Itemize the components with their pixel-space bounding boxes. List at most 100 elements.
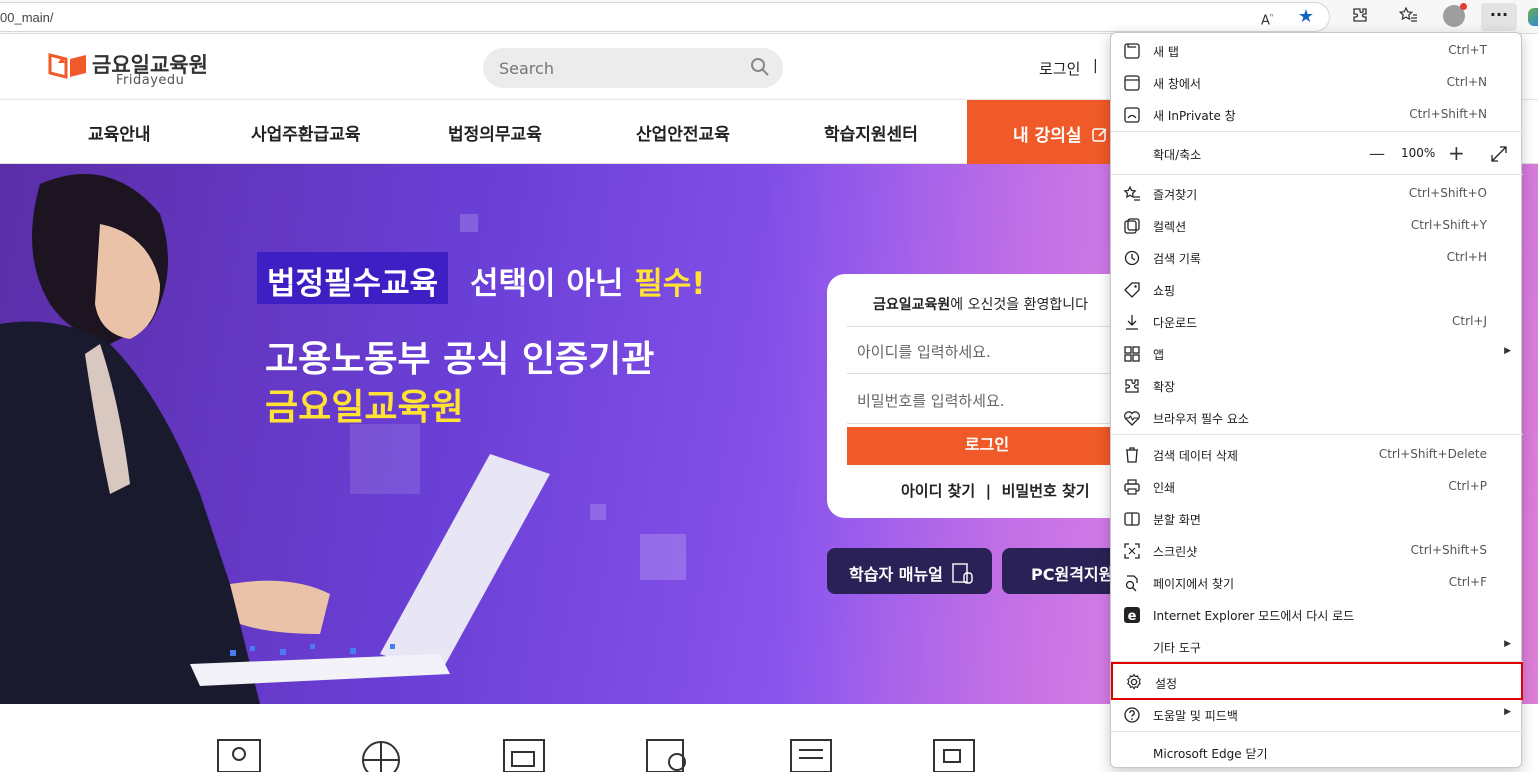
- menu-item-split-screen[interactable]: 분할 화면: [1111, 503, 1523, 533]
- menu-item-extensions[interactable]: 확장: [1111, 370, 1523, 400]
- nav-item-learning-support[interactable]: 학습지원센터: [824, 120, 918, 145]
- menu-item-close-edge[interactable]: Microsoft Edge 닫기: [1111, 737, 1523, 767]
- shopping-tag-icon: [1124, 282, 1140, 298]
- new-tab-icon: [1124, 43, 1140, 59]
- logo-subtitle: Fridayedu: [116, 73, 185, 88]
- manual-doc-icon: [952, 563, 974, 584]
- lightbulb-screen-icon[interactable]: [215, 738, 265, 772]
- nav-item-industrial-safety[interactable]: 산업안전교육: [636, 120, 730, 145]
- menu-shortcut: Ctrl+J: [1452, 314, 1487, 328]
- address-bar[interactable]: 00_main/: [0, 2, 1330, 32]
- menu-label: 컬렉션: [1153, 220, 1187, 234]
- menu-shortcut: Ctrl+Shift+N: [1409, 107, 1487, 121]
- ie-mode-icon: e: [1124, 607, 1140, 624]
- menu-label: 새 InPrivate 창: [1153, 109, 1236, 123]
- my-classroom-label: 내 강의실: [1013, 126, 1082, 146]
- learner-manual-button[interactable]: 학습자 매뉴얼: [827, 548, 992, 594]
- search-input[interactable]: [499, 57, 739, 79]
- copilot-icon[interactable]: [1528, 8, 1538, 26]
- edit-icon: [1092, 128, 1108, 142]
- new-window-icon: [1124, 75, 1140, 91]
- hero-tag-rest: 선택이 아닌: [470, 266, 624, 302]
- menu-item-inprivate[interactable]: 새 InPrivate 창 Ctrl+Shift+N: [1111, 99, 1523, 129]
- menu-shortcut: Ctrl+N: [1446, 75, 1487, 89]
- header-separator: |: [1093, 58, 1098, 74]
- star-filled-icon[interactable]: ★: [1295, 6, 1317, 28]
- find-account-links[interactable]: 아이디 찾기 | 비밀번호 찾기: [901, 480, 1090, 501]
- password-field[interactable]: 비밀번호를 입력하세요.: [847, 376, 1127, 424]
- nav-item-education-info[interactable]: 교육안내: [88, 120, 151, 145]
- site-search[interactable]: [483, 48, 783, 88]
- menu-item-browser-essentials[interactable]: 브라우저 필수 요소: [1111, 402, 1523, 432]
- menu-label: 인쇄: [1153, 481, 1176, 495]
- document-search-icon[interactable]: [643, 738, 693, 772]
- nav-item-legal-required[interactable]: 법정의무교육: [448, 120, 542, 145]
- hero-headline: 고용노동부 공식 인증기관: [265, 339, 655, 380]
- find-icon: [1125, 575, 1138, 592]
- deco-square: [460, 214, 478, 232]
- menu-label: 기타 도구: [1153, 641, 1201, 655]
- chat-window-icon[interactable]: [500, 738, 550, 772]
- nav-item-employer-refund[interactable]: 사업주환급교육: [251, 120, 360, 145]
- read-aloud-icon[interactable]: Aⁿ: [1256, 6, 1278, 28]
- menu-label: 확장: [1153, 380, 1176, 394]
- extensions-icon[interactable]: [1349, 6, 1371, 28]
- search-icon[interactable]: [749, 56, 771, 78]
- menu-item-more-tools[interactable]: 기타 도구 ▶: [1111, 631, 1523, 661]
- history-icon: [1124, 250, 1140, 266]
- menu-item-find-on-page[interactable]: 페이지에서 찾기 Ctrl+F: [1111, 567, 1523, 597]
- menu-label: 브라우저 필수 요소: [1153, 412, 1249, 426]
- menu-item-help-feedback[interactable]: 도움말 및 피드백 ▶: [1111, 699, 1523, 729]
- favorites-bar-icon[interactable]: [1397, 6, 1419, 28]
- screenshot-icon: [1124, 543, 1140, 559]
- menu-shortcut: Ctrl+Shift+O: [1408, 186, 1487, 200]
- site-logo[interactable]: 금요일교육원 Fridayedu: [48, 49, 218, 89]
- submenu-arrow-icon: ▶: [1504, 346, 1511, 356]
- menu-item-new-window[interactable]: 새 창에서 Ctrl+N: [1111, 67, 1523, 97]
- submenu-arrow-icon: ▶: [1504, 639, 1511, 649]
- menu-item-history[interactable]: 검색 기록 Ctrl+H: [1111, 242, 1523, 272]
- menu-label: 즐겨찾기: [1153, 188, 1198, 202]
- settings-more-button[interactable]: ···: [1481, 3, 1517, 31]
- zoom-in-button[interactable]: +: [1448, 141, 1465, 165]
- menu-item-ie-mode[interactable]: e Internet Explorer 모드에서 다시 로드: [1111, 599, 1523, 629]
- menu-item-collections[interactable]: 컬렉션 Ctrl+Shift+Y: [1111, 210, 1523, 240]
- header-login-link[interactable]: 로그인: [1039, 58, 1080, 79]
- menu-label: 분할 화면: [1153, 513, 1201, 527]
- menu-shortcut: Ctrl+Shift+S: [1410, 543, 1487, 557]
- profile-avatar[interactable]: [1443, 3, 1467, 27]
- pc-remote-support-button[interactable]: PC원격지원: [1002, 548, 1122, 594]
- welcome-brand: 금요일교육원: [873, 297, 951, 313]
- welcome-text: 에 오신것을 환영합니다: [950, 297, 1088, 313]
- collections-icon: [1124, 218, 1140, 234]
- zoom-out-button[interactable]: —: [1369, 144, 1385, 163]
- menu-item-clear-browsing-data[interactable]: 검색 데이터 삭제 Ctrl+Shift+Delete: [1111, 439, 1523, 469]
- checklist-board-icon[interactable]: [787, 738, 837, 772]
- monitor-click-icon[interactable]: [930, 738, 980, 772]
- login-button[interactable]: 로그인: [847, 427, 1147, 465]
- inprivate-icon: [1124, 107, 1140, 123]
- menu-separator: [1111, 174, 1523, 175]
- menu-shortcut: Ctrl+F: [1448, 575, 1487, 589]
- print-icon: [1124, 479, 1140, 495]
- menu-shortcut: Ctrl+H: [1446, 250, 1487, 264]
- deco-square: [640, 534, 686, 580]
- menu-item-screenshot[interactable]: 스크린샷 Ctrl+Shift+S: [1111, 535, 1523, 565]
- id-field[interactable]: 아이디를 입력하세요.: [847, 326, 1127, 374]
- url-text[interactable]: 00_main/: [0, 10, 53, 25]
- edge-settings-menu: 새 탭 Ctrl+T 새 창에서 Ctrl+N 새 InPrivate 창 Ct…: [1110, 32, 1523, 768]
- menu-item-downloads[interactable]: 다운로드 Ctrl+J: [1111, 306, 1523, 336]
- submenu-arrow-icon: ▶: [1504, 707, 1511, 717]
- menu-item-settings[interactable]: 설정: [1111, 662, 1523, 700]
- globe-icon[interactable]: [356, 738, 406, 772]
- menu-item-print[interactable]: 인쇄 Ctrl+P: [1111, 471, 1523, 501]
- menu-item-apps[interactable]: 앱 ▶: [1111, 338, 1523, 368]
- menu-item-new-tab[interactable]: 새 탭 Ctrl+T: [1111, 35, 1523, 65]
- menu-item-shopping[interactable]: 쇼핑: [1111, 274, 1523, 304]
- menu-item-favorites[interactable]: 즐겨찾기 Ctrl+Shift+O: [1111, 178, 1523, 208]
- deco-square: [590, 504, 606, 520]
- my-classroom-button[interactable]: 내 강의실: [967, 100, 1117, 164]
- fullscreen-icon[interactable]: [1490, 145, 1508, 163]
- download-icon: [1126, 315, 1138, 330]
- settings-gear-icon: [1127, 673, 1141, 690]
